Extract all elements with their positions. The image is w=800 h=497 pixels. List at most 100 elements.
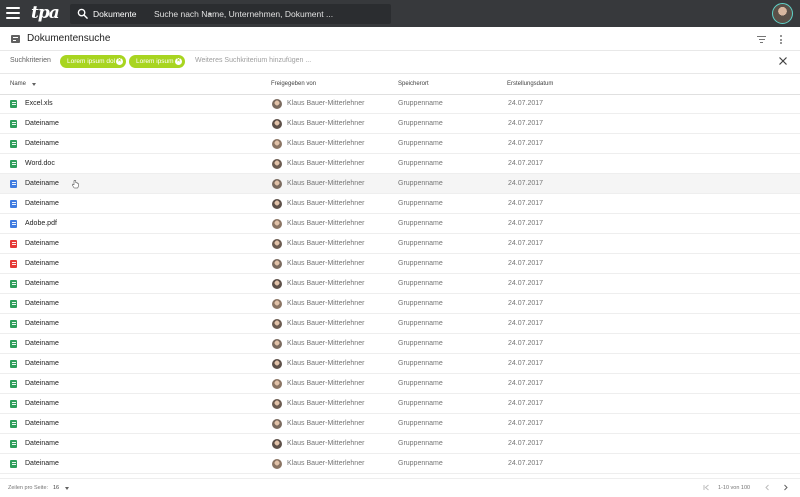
table-row[interactable]: Dateiname Klaus Bauer-Mitterlehner Gruppen… (0, 134, 800, 154)
file-name: Dateiname (25, 380, 59, 387)
avatar (272, 439, 282, 449)
table-row[interactable]: Dateiname Klaus Bauer-Mitterlehner Gruppen… (0, 434, 800, 454)
shared-by: Klaus Bauer-Mitterlehner (287, 100, 365, 107)
creation-date: 24.07.2017 (508, 120, 544, 127)
avatar (272, 419, 282, 429)
chip-label: Lorem ipsum (136, 58, 174, 65)
column-header-shared-by[interactable]: Freigegeben von (271, 81, 316, 87)
sort-descending-icon[interactable] (32, 83, 36, 86)
table-row[interactable]: Dateiname Klaus Bauer-Mitterlehner Gruppen… (0, 374, 800, 394)
column-header-name[interactable]: Name (10, 81, 26, 87)
shared-by: Klaus Bauer-Mitterlehner (287, 320, 365, 327)
storage-location: Gruppenname (398, 360, 443, 367)
rows-per-page-select[interactable]: 16 (53, 485, 59, 491)
avatar (272, 299, 282, 309)
search-icon[interactable] (77, 8, 88, 19)
chip-remove-icon[interactable]: × (175, 58, 182, 65)
shared-by: Klaus Bauer-Mitterlehner (287, 340, 365, 347)
chevron-right-icon[interactable] (782, 484, 789, 491)
table-row[interactable]: Excel.xls Klaus Bauer-Mitterlehner Gruppen… (0, 94, 800, 114)
avatar (272, 99, 282, 109)
table-row[interactable]: Dateiname Klaus Bauer-Mitterlehner Gruppen… (0, 274, 800, 294)
creation-date: 24.07.2017 (508, 260, 544, 267)
avatar (272, 279, 282, 289)
spreadsheet-file-icon (10, 300, 17, 308)
spreadsheet-file-icon (10, 440, 17, 448)
column-header-location[interactable]: Speicherort (398, 81, 429, 87)
shared-by: Klaus Bauer-Mitterlehner (287, 460, 365, 467)
table-row[interactable]: Dateiname Klaus Bauer-Mitterlehner Gruppen… (0, 174, 800, 194)
avatar (272, 339, 282, 349)
creation-date: 24.07.2017 (508, 440, 544, 447)
menu-icon[interactable] (6, 7, 20, 19)
criteria-chip[interactable]: Lorem ipsum dol × (60, 55, 126, 68)
shared-by: Klaus Bauer-Mitterlehner (287, 180, 365, 187)
avatar (272, 379, 282, 389)
table-row[interactable]: Dateiname Klaus Bauer-Mitterlehner Gruppen… (0, 294, 800, 314)
table-row[interactable]: Dateiname Klaus Bauer-Mitterlehner Gruppen… (0, 314, 800, 334)
pagination-range: 1-10 von 100 (718, 485, 751, 491)
spreadsheet-file-icon (10, 320, 17, 328)
shared-by: Klaus Bauer-Mitterlehner (287, 260, 365, 267)
storage-location: Gruppenname (398, 160, 443, 167)
add-criterion-input[interactable]: Weiteres Suchkriterium hinzufügen ... (195, 57, 311, 64)
chip-remove-icon[interactable]: × (116, 58, 123, 65)
filter-icon[interactable] (757, 36, 766, 43)
storage-location: Gruppenname (398, 240, 443, 247)
first-page-icon[interactable] (703, 484, 710, 491)
spreadsheet-file-icon (10, 340, 17, 348)
storage-location: Gruppenname (398, 420, 443, 427)
table-row[interactable]: Dateiname Klaus Bauer-Mitterlehner Gruppen… (0, 234, 800, 254)
table-row[interactable]: Word.doc Klaus Bauer-Mitterlehner Gruppenn… (0, 154, 800, 174)
table-row[interactable]: Dateiname Klaus Bauer-Mitterlehner Gruppen… (0, 194, 800, 214)
creation-date: 24.07.2017 (508, 320, 544, 327)
criteria-chip[interactable]: Lorem ipsum × (129, 55, 185, 68)
close-icon[interactable] (779, 57, 787, 65)
shared-by: Klaus Bauer-Mitterlehner (287, 420, 365, 427)
shared-by: Klaus Bauer-Mitterlehner (287, 300, 365, 307)
storage-location: Gruppenname (398, 380, 443, 387)
creation-date: 24.07.2017 (508, 200, 544, 207)
table-row[interactable]: Dateiname Klaus Bauer-Mitterlehner Gruppen… (0, 334, 800, 354)
avatar (272, 259, 282, 269)
storage-location: Gruppenname (398, 100, 443, 107)
file-name: Dateiname (25, 460, 59, 467)
avatar (272, 459, 282, 469)
user-avatar[interactable] (772, 3, 793, 24)
search-input[interactable]: Suche nach Name, Unternehmen, Dokument .… (154, 4, 384, 24)
chevron-down-icon[interactable] (65, 487, 69, 490)
table-pagination: Zeilen pro Seite: 16 1-10 von 100 (0, 478, 800, 497)
spreadsheet-file-icon (10, 160, 17, 168)
creation-date: 24.07.2017 (508, 280, 544, 287)
spreadsheet-file-icon (10, 280, 17, 288)
creation-date: 24.07.2017 (508, 300, 544, 307)
table-row[interactable]: Dateiname Klaus Bauer-Mitterlehner Gruppen… (0, 414, 800, 434)
chevron-left-icon[interactable] (764, 484, 771, 491)
search-scope-select[interactable]: Dokumente (93, 4, 136, 24)
criteria-label: Suchkriterien (10, 57, 51, 64)
file-name: Dateiname (25, 400, 59, 407)
column-header-date[interactable]: Erstellungsdatum (507, 81, 553, 87)
avatar (272, 159, 282, 169)
file-name: Excel.xls (25, 100, 53, 107)
table-row[interactable]: Adobe.pdf Klaus Bauer-Mitterlehner Gruppen… (0, 214, 800, 234)
top-app-bar: tpa Dokumente Suche nach Name, Unternehm… (0, 0, 800, 27)
avatar (272, 239, 282, 249)
shared-by: Klaus Bauer-Mitterlehner (287, 240, 365, 247)
creation-date: 24.07.2017 (508, 340, 544, 347)
spreadsheet-file-icon (10, 460, 17, 468)
shared-by: Klaus Bauer-Mitterlehner (287, 140, 365, 147)
file-name: Dateiname (25, 300, 59, 307)
table-row[interactable]: Dateiname Klaus Bauer-Mitterlehner Gruppen… (0, 394, 800, 414)
table-row[interactable]: Dateiname Klaus Bauer-Mitterlehner Gruppen… (0, 454, 800, 474)
spreadsheet-file-icon (10, 360, 17, 368)
more-vert-icon[interactable] (780, 35, 783, 45)
pdf-file-icon (10, 240, 17, 248)
table-row[interactable]: Dateiname Klaus Bauer-Mitterlehner Gruppen… (0, 354, 800, 374)
app-logo[interactable]: tpa (31, 2, 60, 24)
avatar (272, 119, 282, 129)
avatar (272, 219, 282, 229)
table-row[interactable]: Dateiname Klaus Bauer-Mitterlehner Gruppen… (0, 254, 800, 274)
storage-location: Gruppenname (398, 180, 443, 187)
table-row[interactable]: Dateiname Klaus Bauer-Mitterlehner Gruppen… (0, 114, 800, 134)
